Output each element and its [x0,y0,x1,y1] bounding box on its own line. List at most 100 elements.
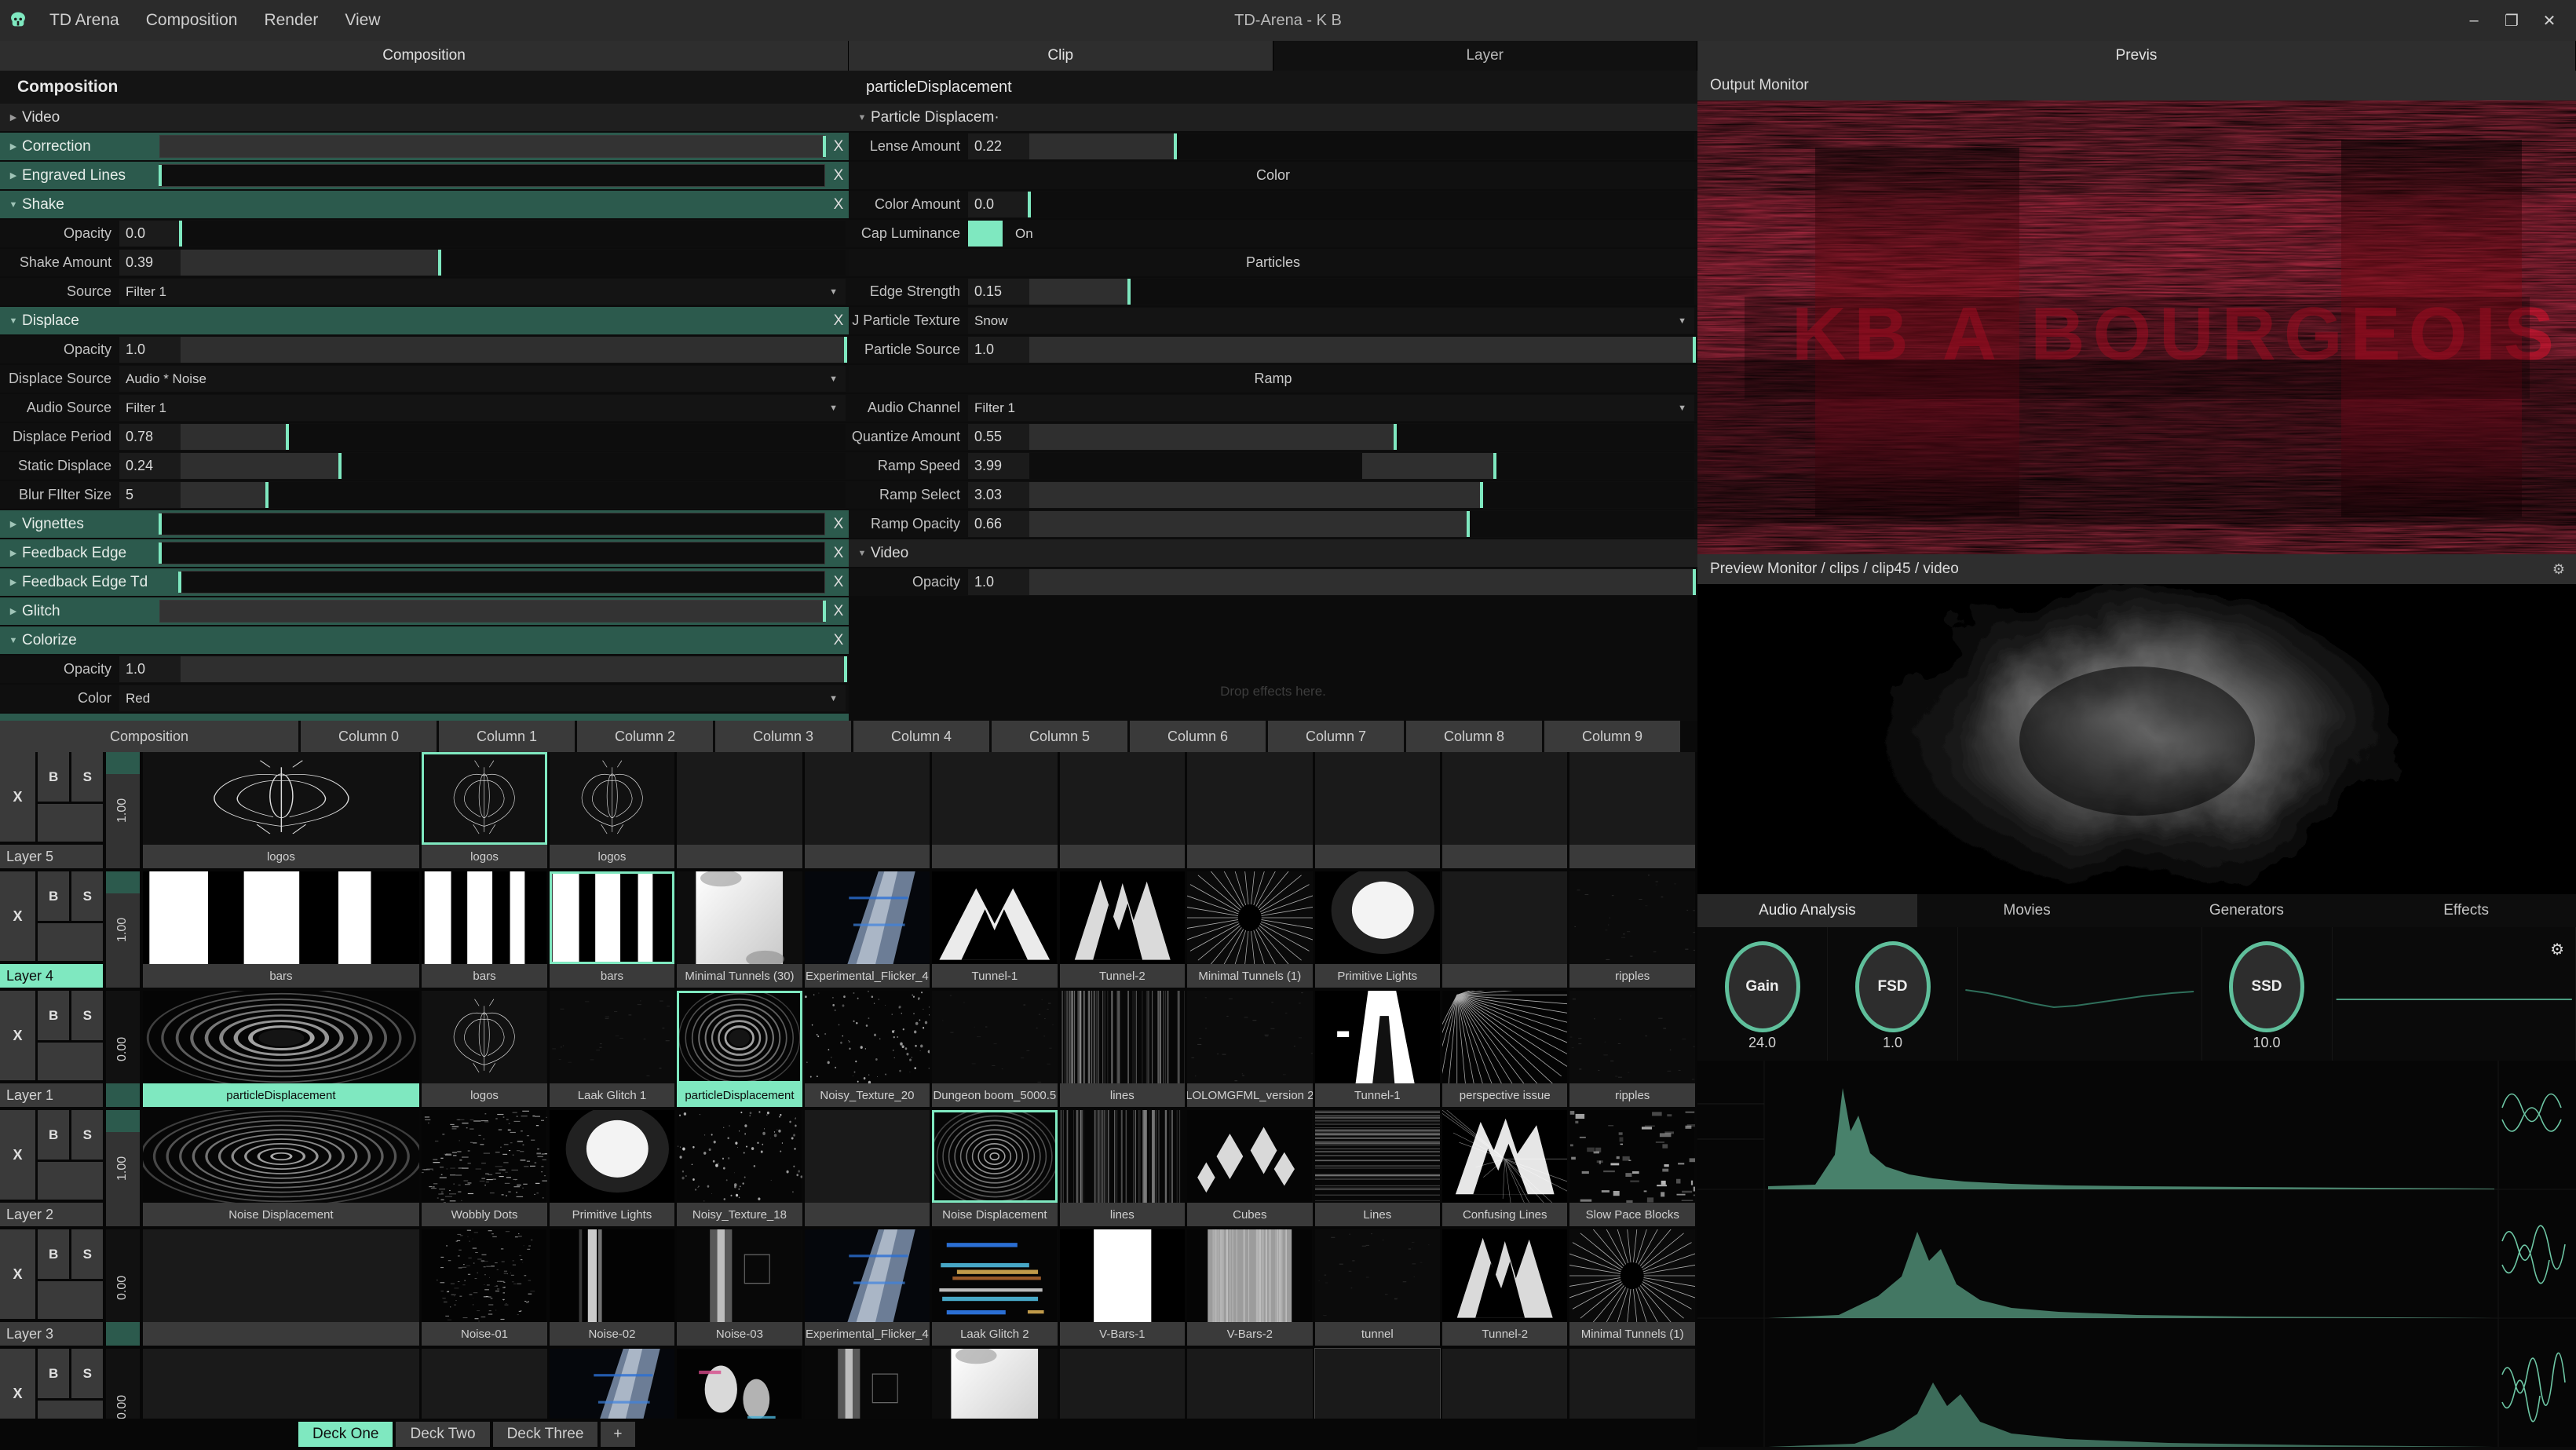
param-value[interactable]: 0.55 [968,424,1029,450]
layer-fader[interactable]: 0.00 [106,991,139,1107]
menu-view[interactable]: View [331,0,393,41]
param-slider[interactable] [1029,337,1694,363]
column-header-5[interactable]: Column 5 [992,721,1127,752]
layer-fader[interactable]: 1.00 [106,1110,139,1226]
param-dropdown[interactable]: Red ▼ [119,685,846,711]
param-slider[interactable] [181,337,846,363]
param-slider[interactable] [181,453,846,479]
chevron-down-icon[interactable]: ▼ [853,113,871,122]
layer-solo-button[interactable]: S [71,752,103,802]
layer-solo-button[interactable]: S [71,1229,103,1279]
param-dropdown[interactable]: Filter 1 ▼ [119,279,846,305]
clip-cell[interactable]: Slow Pace Blocks [1569,1110,1694,1226]
composition-clip-cell[interactable]: logos [143,752,420,868]
chevron-down-icon[interactable]: ▼ [829,287,838,297]
param-dropdown[interactable]: Snow ▼ [968,308,1694,334]
effect-header-engraved-lines[interactable]: ▶ Engraved Lines X [0,162,849,189]
clip-cell[interactable] [1442,752,1567,868]
effect-remove-button[interactable]: X [828,574,849,591]
param-slider[interactable] [1029,453,1694,479]
clip-cell[interactable]: Noise-01 [422,1229,546,1346]
column-header-2[interactable]: Column 2 [577,721,713,752]
tab-layer[interactable]: Layer [1273,41,1698,71]
group-header-video[interactable]: ▼ Video [849,539,1697,567]
param-slider[interactable] [1029,424,1694,450]
param-dropdown[interactable]: Audio * Noise ▼ [119,366,846,392]
layer-blend-slot[interactable] [38,1043,103,1080]
effect-opacity-slider[interactable] [179,571,825,594]
effect-header-feedback-edge[interactable]: ▶ Feedback Edge X [0,539,849,567]
clip-cell[interactable]: ripples [1569,871,1694,988]
clip-cell[interactable] [1442,871,1567,988]
param-value[interactable]: 5 [119,482,181,508]
chevron-down-icon[interactable]: ▼ [1678,404,1686,413]
effect-opacity-slider[interactable] [159,600,825,623]
chevron-right-icon[interactable]: ▶ [5,170,22,181]
clip-cell[interactable]: Noisy_Texture_18 [677,1110,802,1226]
param-slider[interactable] [1029,482,1694,508]
layer-solo-button[interactable]: S [71,871,103,921]
deck-tab-0[interactable]: Deck One [298,1422,393,1447]
layer-bypass-button[interactable]: B [38,1349,69,1398]
clip-cell[interactable] [1187,752,1312,868]
clip-cell[interactable]: Noise Displacement [932,1110,1057,1226]
param-value[interactable]: 0.0 [119,221,181,247]
param-value[interactable]: 1.0 [968,337,1029,363]
effect-opacity-slider[interactable] [159,542,825,564]
clip-cell[interactable]: Wobbly Dots [422,1110,546,1226]
clip-cell[interactable]: bars [422,871,546,988]
clip-cell[interactable]: lines [1060,991,1185,1107]
chevron-down-icon[interactable]: ▼ [1678,316,1686,326]
layer-bypass-button[interactable]: B [38,871,69,921]
clip-cell[interactable] [677,752,802,868]
layer-clear-button[interactable]: X [0,1110,35,1200]
group-header-video[interactable]: ▶ Video [0,104,849,131]
column-header-4[interactable]: Column 4 [853,721,989,752]
close-icon[interactable]: ✕ [2530,0,2568,41]
layer-name[interactable]: Layer 1 [0,1083,103,1107]
clip-cell[interactable]: bars [550,871,674,988]
param-slider[interactable] [1029,279,1694,305]
column-header-7[interactable]: Column 7 [1268,721,1404,752]
chevron-down-icon[interactable]: ▼ [853,549,871,558]
effect-remove-button[interactable]: X [828,603,849,620]
clip-cell[interactable]: V-Bars-1 [1060,1229,1185,1346]
param-slider[interactable] [181,221,846,247]
layer-bypass-button[interactable]: B [38,991,69,1040]
chevron-right-icon[interactable]: ▶ [5,606,22,616]
effect-remove-button[interactable]: X [828,632,849,649]
clip-cell[interactable]: LOLOMGFML_version 2 [1187,991,1312,1107]
effect-header-correction[interactable]: ▶ Correction X [0,133,849,160]
maximize-icon[interactable]: ❐ [2493,0,2530,41]
chevron-down-icon[interactable]: ▼ [5,316,22,326]
param-value[interactable]: 3.99 [968,453,1029,479]
param-value[interactable]: 0.24 [119,453,181,479]
effect-remove-button[interactable]: X [828,138,849,155]
layer-fader[interactable]: 0.00 [106,1229,139,1346]
tab-clip[interactable]: Clip [849,41,1273,71]
layer-bypass-button[interactable]: B [38,752,69,802]
param-slider[interactable] [1029,569,1694,595]
layer-solo-button[interactable]: S [71,1349,103,1398]
layer-blend-slot[interactable] [38,1281,103,1319]
clip-cell[interactable]: logos [550,752,674,868]
deck-tab-2[interactable]: Deck Three [493,1422,598,1447]
param-slider[interactable] [1029,511,1694,537]
clip-cell[interactable] [805,752,930,868]
chevron-down-icon[interactable]: ▼ [829,694,838,703]
param-value[interactable]: 0.0 [968,192,1029,217]
knob-gain[interactable]: Gain 24.0 [1697,927,1828,1061]
effect-header-vignettes[interactable]: ▶ Vignettes X [0,510,849,538]
preview-gear-icon[interactable]: ⚙ [2552,561,2565,578]
clip-cell[interactable]: Cubes [1187,1110,1312,1226]
layer-blend-slot[interactable] [38,804,103,842]
param-dropdown[interactable]: Filter 1 ▼ [119,395,846,421]
clip-cell[interactable]: Minimal Tunnels (1) [1187,871,1312,988]
effect-header-shake[interactable]: ▼ Shake X [0,191,849,218]
composition-clip-cell[interactable]: particleDisplacement [143,991,420,1107]
clip-cell[interactable]: Tunnel-2 [1442,1229,1567,1346]
layer-clear-button[interactable]: X [0,991,35,1080]
layer-fader[interactable]: 1.00 [106,752,139,868]
layer-clear-button[interactable]: X [0,752,35,842]
layer-name[interactable]: Layer 3 [0,1322,103,1346]
